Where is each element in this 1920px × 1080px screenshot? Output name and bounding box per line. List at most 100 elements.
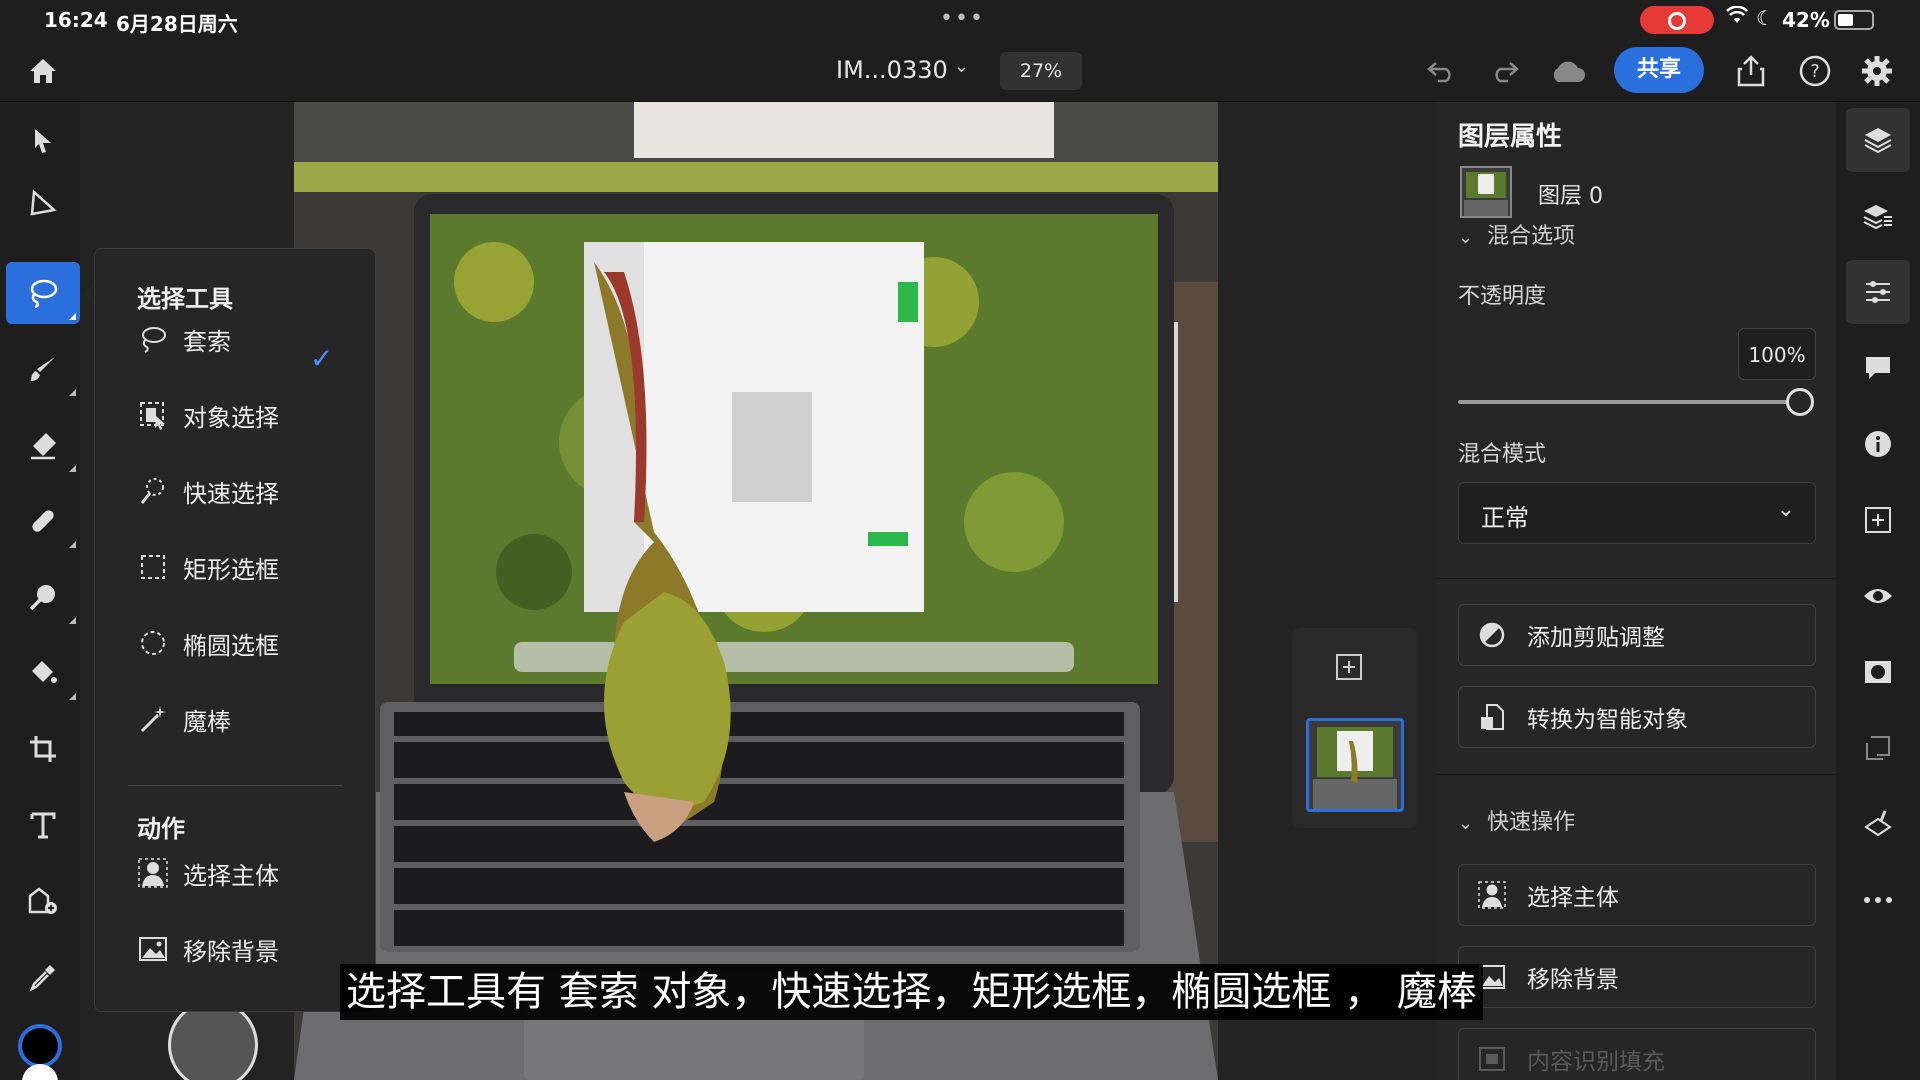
blend-mode-select[interactable]: 正常 ⌄ <box>1458 482 1816 544</box>
eraser-tool-icon[interactable] <box>6 414 80 476</box>
convert-smart-object-button[interactable]: 转换为智能对象 <box>1458 686 1816 748</box>
action-label: 移除背景 <box>183 937 279 966</box>
lasso-tool-icon[interactable] <box>6 262 80 324</box>
home-icon[interactable] <box>22 50 64 92</box>
tool-quick-select[interactable]: 快速选择 <box>135 469 365 513</box>
blend-mode-value: 正常 <box>1481 504 1529 532</box>
tool-label: 对象选择 <box>183 403 279 432</box>
undo-icon[interactable] <box>1420 50 1462 92</box>
document-image[interactable] <box>294 102 1218 1080</box>
merge-layers-icon[interactable] <box>1846 792 1910 856</box>
remove-bg-icon <box>135 931 171 967</box>
quick-select-icon <box>135 473 171 509</box>
move-tool-icon[interactable] <box>6 110 80 172</box>
popup-heading: 选择工具 <box>137 285 233 313</box>
section-label: 快速操作 <box>1487 810 1576 835</box>
smart-object-icon <box>1477 702 1507 732</box>
chevron-down-icon: ⌄ <box>1776 497 1795 522</box>
button-label: 转换为智能对象 <box>1527 707 1688 733</box>
quick-actions-section[interactable]: ⌄ 快速操作 <box>1458 804 1575 836</box>
tool-ellipse-marquee[interactable]: 椭圆选框 <box>135 621 365 665</box>
transform-tool-icon[interactable] <box>6 172 80 234</box>
content-aware-fill-icon <box>1477 1044 1507 1074</box>
adjustments-sliders-icon[interactable] <box>1846 260 1910 324</box>
cloud-icon[interactable] <box>1546 50 1588 92</box>
layer-properties-panel: 图层属性 图层 0 ⌄ 混合选项 不透明度 100% 混合模式 正常 ⌄ 添加剪贴… <box>1436 102 1836 1080</box>
redo-icon[interactable] <box>1484 50 1526 92</box>
status-date: 6月28日周六 <box>116 12 238 36</box>
foreground-color-swatch[interactable] <box>18 1024 62 1068</box>
place-image-icon[interactable] <box>6 870 80 932</box>
tool-object-select[interactable]: 对象选择 <box>135 393 365 437</box>
popup-divider <box>128 785 342 786</box>
adjustment-icon <box>1477 620 1507 650</box>
tool-rect-marquee[interactable]: 矩形选框 <box>135 545 365 589</box>
add-layer-icon[interactable] <box>1334 652 1364 690</box>
magic-wand-icon <box>135 701 171 737</box>
quick-select-subject-button[interactable]: 选择主体 <box>1458 864 1816 926</box>
help-icon[interactable]: ? <box>1794 50 1836 92</box>
more-options-icon[interactable] <box>1846 868 1910 932</box>
select-subject-icon <box>135 855 171 891</box>
opacity-label: 不透明度 <box>1458 284 1547 309</box>
screen-record-icon[interactable] <box>1640 6 1714 34</box>
brush-size-preview[interactable] <box>168 1000 258 1080</box>
action-remove-background[interactable]: 移除背景 <box>135 927 365 971</box>
wifi-icon <box>1726 5 1748 31</box>
visibility-eye-icon[interactable] <box>1846 564 1910 628</box>
right-icon-rail <box>1836 102 1920 1080</box>
layer-thumbnail[interactable] <box>1306 718 1404 812</box>
eyedropper-icon[interactable] <box>6 946 80 1008</box>
video-subtitle: 选择工具有 套索 对象，快速选择，矩形选框，椭圆选框 ， 魔棒 <box>340 964 1483 1020</box>
focus-moon-icon: ☾ <box>1756 6 1774 30</box>
zoom-level[interactable]: 27% <box>1000 52 1082 90</box>
chevron-down-icon: ⌄ <box>1458 227 1474 248</box>
lasso-icon <box>135 321 171 357</box>
opacity-input[interactable]: 100% <box>1738 328 1816 380</box>
status-time: 16:24 <box>44 8 108 32</box>
chevron-down-icon: ⌄ <box>1458 813 1474 834</box>
sponge-tool-icon[interactable] <box>6 566 80 628</box>
actions-heading: 动作 <box>137 815 185 843</box>
chevron-down-icon[interactable]: ⌄ <box>954 56 969 77</box>
mask-icon[interactable] <box>1846 640 1910 704</box>
brush-tool-icon[interactable] <box>6 338 80 400</box>
multitask-dots-icon[interactable]: ••• <box>940 6 985 31</box>
layer-thumbnail-small[interactable] <box>1460 166 1512 218</box>
tool-magic-wand[interactable]: 魔棒 <box>135 697 365 741</box>
comments-icon[interactable] <box>1846 336 1910 400</box>
button-label: 移除背景 <box>1527 967 1619 993</box>
healing-tool-icon[interactable] <box>6 490 80 552</box>
select-subject-icon <box>1477 880 1507 910</box>
document-title[interactable]: IM...0330 <box>836 56 948 84</box>
content-aware-fill-button[interactable]: 内容识别填充 <box>1458 1028 1816 1080</box>
share-button[interactable]: 共享 <box>1614 47 1704 93</box>
quick-remove-background-button[interactable]: 移除背景 <box>1458 946 1816 1008</box>
opacity-slider[interactable] <box>1458 400 1788 404</box>
selection-tools-popup: 选择工具 套索 对象选择 快速选择 矩形选框 椭圆选框 魔棒 动作 选择主体 移… <box>94 248 376 1012</box>
paint-bucket-icon[interactable] <box>6 642 80 704</box>
clip-layer-icon[interactable] <box>1846 716 1910 780</box>
export-icon[interactable] <box>1730 50 1772 92</box>
button-label: 内容识别填充 <box>1527 1049 1665 1075</box>
section-label: 混合选项 <box>1487 224 1576 249</box>
blend-options-section[interactable]: ⌄ 混合选项 <box>1458 218 1575 250</box>
action-select-subject[interactable]: 选择主体 <box>135 851 365 895</box>
add-clipping-adjustment-button[interactable]: 添加剪贴调整 <box>1458 604 1816 666</box>
tool-label: 套索 <box>183 327 231 356</box>
add-adjustment-icon[interactable] <box>1846 488 1910 552</box>
panel-title: 图层属性 <box>1458 122 1563 152</box>
ellipse-marquee-icon <box>135 625 171 661</box>
layer-stack-icon[interactable] <box>1846 184 1910 248</box>
crop-tool-icon[interactable] <box>6 718 80 780</box>
type-tool-icon[interactable] <box>6 794 80 856</box>
tool-label: 矩形选框 <box>183 555 279 584</box>
layer-thumbnails <box>1292 628 1418 828</box>
battery-percent: 42% <box>1782 8 1830 32</box>
info-icon[interactable] <box>1846 412 1910 476</box>
layers-icon[interactable] <box>1846 108 1910 172</box>
settings-gear-icon[interactable] <box>1856 50 1898 92</box>
tool-label: 椭圆选框 <box>183 631 279 660</box>
rect-marquee-icon <box>135 549 171 585</box>
opacity-slider-handle[interactable] <box>1786 388 1814 416</box>
